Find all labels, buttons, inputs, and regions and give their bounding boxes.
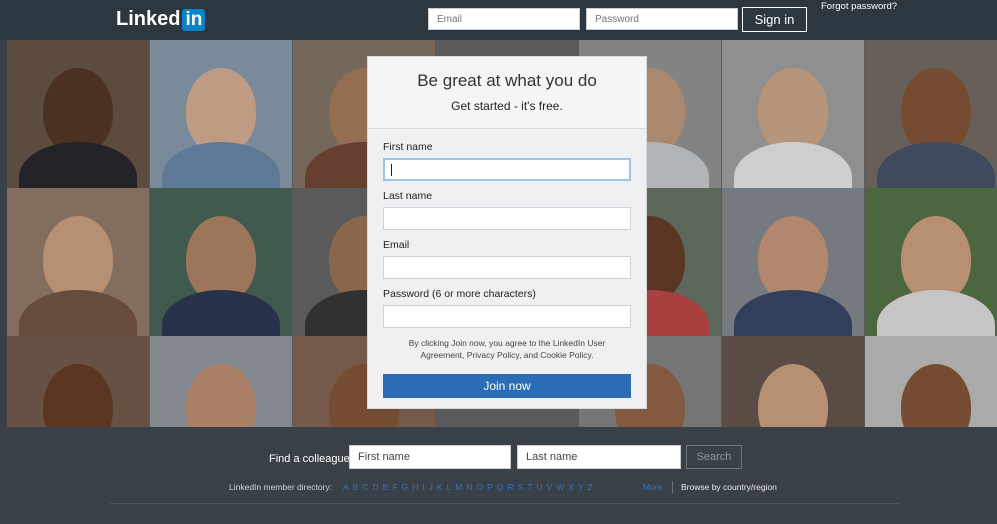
directory-letter[interactable]: W	[556, 482, 564, 492]
browse-by-country-link[interactable]: Browse by country/region	[681, 482, 777, 492]
directory-letter[interactable]: U	[536, 482, 542, 492]
directory-letter[interactable]: F	[392, 482, 397, 492]
member-photo	[865, 40, 997, 188]
directory-letter[interactable]: Q	[497, 482, 504, 492]
directory-letter[interactable]: Z	[588, 482, 593, 492]
colleague-first-name-input[interactable]: First name	[349, 445, 511, 469]
member-photo	[722, 336, 864, 427]
directory-separator	[672, 481, 673, 493]
directory-label: LinkedIn member directory:	[229, 482, 332, 492]
colleague-last-name-input[interactable]: Last name	[517, 445, 681, 469]
directory-letter[interactable]: A	[343, 482, 349, 492]
directory-letter[interactable]: K	[437, 482, 443, 492]
directory-letter[interactable]: S	[518, 482, 524, 492]
member-photo	[865, 336, 997, 427]
signup-title: Be great at what you do	[417, 71, 597, 90]
text-caret	[391, 164, 392, 176]
directory-more-link[interactable]: More	[643, 482, 662, 492]
top-navigation-bar: Linked in Sign in Forgot password?	[0, 0, 997, 40]
password-label: Password (6 or more characters)	[383, 288, 536, 300]
directory-letters: A B C D E F G H I J K L M N O P Q R S T …	[343, 482, 593, 492]
password-field[interactable]	[383, 305, 631, 328]
directory-letter[interactable]: G	[402, 482, 409, 492]
first-name-label: First name	[383, 141, 433, 153]
member-photo	[722, 40, 864, 188]
member-photo	[722, 188, 864, 336]
join-now-button[interactable]: Join now	[383, 374, 631, 398]
member-photo	[865, 188, 997, 336]
directory-letter[interactable]: M	[455, 482, 462, 492]
header-password-input[interactable]	[586, 8, 738, 30]
member-photo	[150, 188, 292, 336]
member-photo	[7, 40, 149, 188]
directory-letter[interactable]: E	[383, 482, 389, 492]
last-name-field[interactable]	[383, 207, 631, 230]
directory-letter[interactable]: N	[466, 482, 472, 492]
forgot-password-link[interactable]: Forgot password?	[821, 1, 897, 12]
sign-in-button[interactable]: Sign in	[742, 7, 807, 32]
directory-letter[interactable]: V	[547, 482, 553, 492]
directory-letter[interactable]: L	[447, 482, 452, 492]
directory-letter[interactable]: Y	[578, 482, 584, 492]
member-photo	[150, 40, 292, 188]
linkedin-logo[interactable]: Linked in	[116, 8, 206, 31]
directory-letter[interactable]: B	[353, 482, 359, 492]
logo-text: Linked	[116, 8, 181, 30]
footer-divider	[110, 503, 900, 504]
signup-form: First name Last name Email Password (6 o…	[368, 129, 646, 408]
footer-search-section: Find a colleague First name Last name Se…	[0, 427, 997, 524]
colleague-search-button[interactable]: Search	[686, 445, 742, 469]
directory-letter[interactable]: D	[372, 482, 378, 492]
member-photo	[7, 188, 149, 336]
directory-letter[interactable]: H	[412, 482, 418, 492]
last-name-label: Last name	[383, 190, 433, 202]
left-edge	[0, 40, 7, 427]
email-label: Email	[383, 239, 410, 251]
member-photo	[7, 336, 149, 427]
find-colleague-label: Find a colleague	[269, 453, 350, 465]
directory-letter[interactable]: R	[507, 482, 513, 492]
directory-letter[interactable]: P	[487, 482, 493, 492]
directory-letter[interactable]: X	[568, 482, 574, 492]
signup-header: Be great at what you do Get started - it…	[368, 57, 646, 129]
directory-letter[interactable]: T	[527, 482, 532, 492]
signup-subtitle: Get started - it's free.	[451, 99, 563, 113]
first-name-field[interactable]	[383, 158, 631, 181]
directory-letter[interactable]: I	[422, 482, 424, 492]
directory-letter[interactable]: O	[477, 482, 484, 492]
directory-letter[interactable]: C	[362, 482, 368, 492]
email-field[interactable]	[383, 256, 631, 279]
header-email-input[interactable]	[428, 8, 580, 30]
directory-letter[interactable]: J	[429, 482, 433, 492]
signup-panel: Be great at what you do Get started - it…	[367, 56, 647, 409]
terms-notice: By clicking Join now, you agree to the L…	[408, 338, 606, 360]
logo-in-badge: in	[182, 8, 206, 31]
member-photo	[150, 336, 292, 427]
